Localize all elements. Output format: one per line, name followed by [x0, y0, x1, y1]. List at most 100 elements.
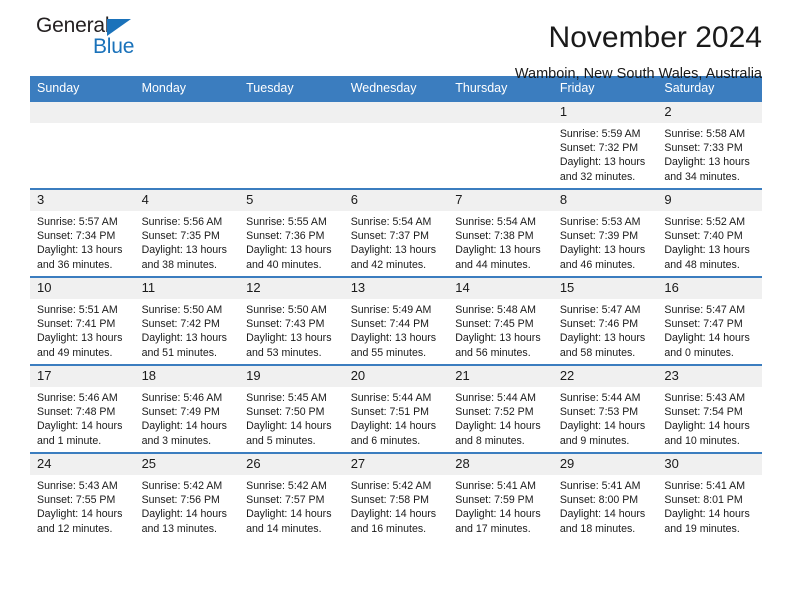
day-cell-inner: 23 Sunrise: 5:43 AM Sunset: 7:54 PM Dayligh… [657, 366, 762, 452]
day-number: 14 [448, 278, 553, 299]
day-event-line: Sunrise: 5:49 AM [350, 304, 432, 316]
day-number: 7 [448, 190, 553, 211]
calendar-day-cell[interactable]: 1 Sunrise: 5:59 AM Sunset: 7:32 PM Daylight… [552, 100, 658, 189]
calendar-day-cell[interactable]: 8 Sunrise: 5:53 AM Sunset: 7:39 PM Daylight… [552, 188, 658, 277]
day-events: Sunrise: 5:41 AM Sunset: 7:59 PM Daylight:… [448, 475, 553, 536]
day-number: 12 [239, 278, 344, 299]
day-cell-inner: 20 Sunrise: 5:44 AM Sunset: 7:51 PM Dayligh… [343, 366, 449, 452]
calendar-day-cell[interactable]: 16 Sunrise: 5:47 AM Sunset: 7:47 PM Dayligh… [657, 276, 762, 365]
day-cell-inner: 2 Sunrise: 5:58 AM Sunset: 7:33 PM Daylight… [657, 102, 762, 188]
day-cell-inner [30, 102, 135, 188]
day-events: Sunrise: 5:47 AM Sunset: 7:47 PM Daylight:… [657, 299, 762, 360]
day-number: 15 [552, 278, 658, 299]
day-events: Sunrise: 5:43 AM Sunset: 7:54 PM Daylight:… [657, 387, 762, 448]
title-block: November 2024 Wamboin, New South Wales, … [515, 0, 762, 84]
day-event-line: Sunrise: 5:47 AM [664, 304, 746, 316]
day-events [448, 123, 553, 127]
calendar-day-cell[interactable]: 15 Sunrise: 5:47 AM Sunset: 7:46 PM Dayligh… [552, 276, 658, 365]
calendar-day-cell[interactable]: 21 Sunrise: 5:44 AM Sunset: 7:52 PM Dayligh… [448, 364, 553, 453]
day-event-line: Sunrise: 5:51 AM [37, 304, 118, 316]
day-events [239, 123, 344, 127]
day-event-line: Sunrise: 5:44 AM [455, 392, 536, 404]
day-cell-inner [239, 102, 344, 188]
day-cell-inner: 28 Sunrise: 5:41 AM Sunset: 7:59 PM Dayligh… [448, 454, 553, 540]
day-events: Sunrise: 5:49 AM Sunset: 7:44 PM Daylight:… [344, 299, 449, 360]
calendar-day-cell[interactable]: 28 Sunrise: 5:41 AM Sunset: 7:59 PM Dayligh… [448, 452, 553, 540]
day-number [134, 102, 240, 123]
calendar-day-cell[interactable]: 9 Sunrise: 5:52 AM Sunset: 7:40 PM Daylight… [657, 188, 762, 277]
day-event-line: Daylight: 13 hours and 48 minutes. [664, 244, 750, 271]
day-cell-inner: 25 Sunrise: 5:42 AM Sunset: 7:56 PM Dayligh… [134, 454, 240, 540]
day-cell-inner [448, 102, 553, 188]
calendar-day-cell[interactable]: 3 Sunrise: 5:57 AM Sunset: 7:34 PM Daylight… [30, 188, 135, 277]
day-event-line: Daylight: 14 hours and 10 minutes. [664, 420, 750, 447]
calendar-empty-cell [134, 100, 240, 189]
day-cell-inner: 21 Sunrise: 5:44 AM Sunset: 7:52 PM Dayligh… [448, 366, 553, 452]
day-cell-inner: 10 Sunrise: 5:51 AM Sunset: 7:41 PM Dayligh… [30, 278, 135, 364]
calendar-day-cell[interactable]: 26 Sunrise: 5:42 AM Sunset: 7:57 PM Dayligh… [239, 452, 344, 540]
day-event-line: Daylight: 13 hours and 55 minutes. [350, 332, 437, 359]
general-blue-logo[interactable]: General Blue [36, 14, 216, 66]
calendar-day-cell[interactable]: 24 Sunrise: 5:43 AM Sunset: 7:55 PM Dayligh… [30, 452, 135, 540]
calendar-day-cell[interactable]: 7 Sunrise: 5:54 AM Sunset: 7:38 PM Daylight… [448, 188, 553, 277]
day-event-line: Sunset: 7:46 PM [559, 318, 639, 331]
day-number: 4 [134, 190, 240, 211]
day-number: 2 [657, 102, 762, 123]
calendar-day-cell[interactable]: 13 Sunrise: 5:49 AM Sunset: 7:44 PM Dayligh… [343, 276, 449, 365]
calendar-day-cell[interactable]: 22 Sunrise: 5:44 AM Sunset: 7:53 PM Dayligh… [552, 364, 658, 453]
day-event-line: Sunrise: 5:53 AM [559, 216, 641, 228]
calendar-day-cell[interactable]: 19 Sunrise: 5:45 AM Sunset: 7:50 PM Dayligh… [239, 364, 344, 453]
day-event-line: Daylight: 13 hours and 51 minutes. [141, 332, 227, 359]
day-cell-inner: 16 Sunrise: 5:47 AM Sunset: 7:47 PM Dayligh… [657, 278, 762, 364]
day-event-line: Sunrise: 5:46 AM [37, 392, 118, 404]
day-events: Sunrise: 5:46 AM Sunset: 7:49 PM Daylight:… [135, 387, 240, 448]
day-cell-inner: 14 Sunrise: 5:48 AM Sunset: 7:45 PM Dayligh… [448, 278, 553, 364]
calendar-week-row: 10 Sunrise: 5:51 AM Sunset: 7:41 PM Dayligh… [30, 276, 762, 365]
calendar-day-cell[interactable]: 20 Sunrise: 5:44 AM Sunset: 7:51 PM Dayligh… [343, 364, 449, 453]
calendar-day-cell[interactable]: 30 Sunrise: 5:41 AM Sunset: 8:01 PM Dayligh… [657, 452, 762, 540]
day-event-line: Daylight: 14 hours and 19 minutes. [664, 508, 750, 535]
day-event-line: Sunset: 7:44 PM [350, 318, 430, 331]
calendar-day-cell[interactable]: 5 Sunrise: 5:55 AM Sunset: 7:36 PM Daylight… [239, 188, 344, 277]
calendar-day-cell[interactable]: 25 Sunrise: 5:42 AM Sunset: 7:56 PM Dayligh… [134, 452, 240, 540]
calendar-day-cell[interactable]: 10 Sunrise: 5:51 AM Sunset: 7:41 PM Dayligh… [30, 276, 135, 365]
day-number [448, 102, 553, 123]
weekday-header-wednesday: Wednesday [343, 76, 449, 101]
day-event-line: Sunset: 7:42 PM [141, 318, 220, 331]
day-events: Sunrise: 5:54 AM Sunset: 7:37 PM Daylight:… [344, 211, 449, 272]
day-cell-inner: 7 Sunrise: 5:54 AM Sunset: 7:38 PM Daylight… [448, 190, 553, 276]
day-event-line: Sunset: 7:54 PM [664, 406, 743, 419]
day-event-line: Daylight: 13 hours and 44 minutes. [455, 244, 541, 271]
day-event-line: Daylight: 14 hours and 5 minutes. [246, 420, 332, 447]
day-events: Sunrise: 5:42 AM Sunset: 7:58 PM Daylight:… [344, 475, 449, 536]
day-event-line: Sunset: 7:45 PM [455, 318, 534, 331]
day-event-line: Sunrise: 5:44 AM [350, 392, 432, 404]
calendar-body: 1 Sunrise: 5:59 AM Sunset: 7:32 PM Daylight… [30, 100, 762, 540]
day-events: Sunrise: 5:47 AM Sunset: 7:46 PM Daylight:… [553, 299, 658, 360]
calendar-day-cell[interactable]: 29 Sunrise: 5:41 AM Sunset: 8:00 PM Dayligh… [552, 452, 658, 540]
day-event-line: Daylight: 14 hours and 12 minutes. [37, 508, 123, 535]
calendar-day-cell[interactable]: 12 Sunrise: 5:50 AM Sunset: 7:43 PM Dayligh… [239, 276, 344, 365]
weekday-header-sunday: Sunday [30, 76, 135, 101]
calendar-day-cell[interactable]: 27 Sunrise: 5:42 AM Sunset: 7:58 PM Dayligh… [343, 452, 449, 540]
day-event-line: Sunrise: 5:54 AM [350, 216, 432, 228]
calendar-day-cell[interactable]: 17 Sunrise: 5:46 AM Sunset: 7:48 PM Dayligh… [30, 364, 135, 453]
calendar-day-cell[interactable]: 14 Sunrise: 5:48 AM Sunset: 7:45 PM Dayligh… [448, 276, 553, 365]
calendar-day-cell[interactable]: 11 Sunrise: 5:50 AM Sunset: 7:42 PM Dayligh… [134, 276, 240, 365]
day-event-line: Sunset: 7:36 PM [246, 230, 325, 243]
day-number [343, 102, 449, 123]
calendar-week-row: 17 Sunrise: 5:46 AM Sunset: 7:48 PM Dayligh… [30, 364, 762, 453]
calendar-empty-cell [239, 100, 344, 189]
day-events: Sunrise: 5:59 AM Sunset: 7:32 PM Daylight:… [553, 123, 658, 184]
logo-text-blue: Blue [93, 35, 135, 58]
day-events: Sunrise: 5:44 AM Sunset: 7:53 PM Daylight:… [553, 387, 658, 448]
day-event-line: Sunrise: 5:56 AM [141, 216, 223, 228]
calendar-day-cell[interactable]: 4 Sunrise: 5:56 AM Sunset: 7:35 PM Daylight… [134, 188, 240, 277]
day-event-line: Sunset: 7:51 PM [350, 406, 430, 419]
day-event-line: Daylight: 13 hours and 58 minutes. [559, 332, 646, 359]
calendar-day-cell[interactable]: 6 Sunrise: 5:54 AM Sunset: 7:37 PM Daylight… [343, 188, 449, 277]
day-cell-inner: 6 Sunrise: 5:54 AM Sunset: 7:37 PM Daylight… [343, 190, 449, 276]
calendar-day-cell[interactable]: 18 Sunrise: 5:46 AM Sunset: 7:49 PM Dayligh… [134, 364, 240, 453]
calendar-day-cell[interactable]: 23 Sunrise: 5:43 AM Sunset: 7:54 PM Dayligh… [657, 364, 762, 453]
calendar-day-cell[interactable]: 2 Sunrise: 5:58 AM Sunset: 7:33 PM Daylight… [657, 100, 762, 189]
